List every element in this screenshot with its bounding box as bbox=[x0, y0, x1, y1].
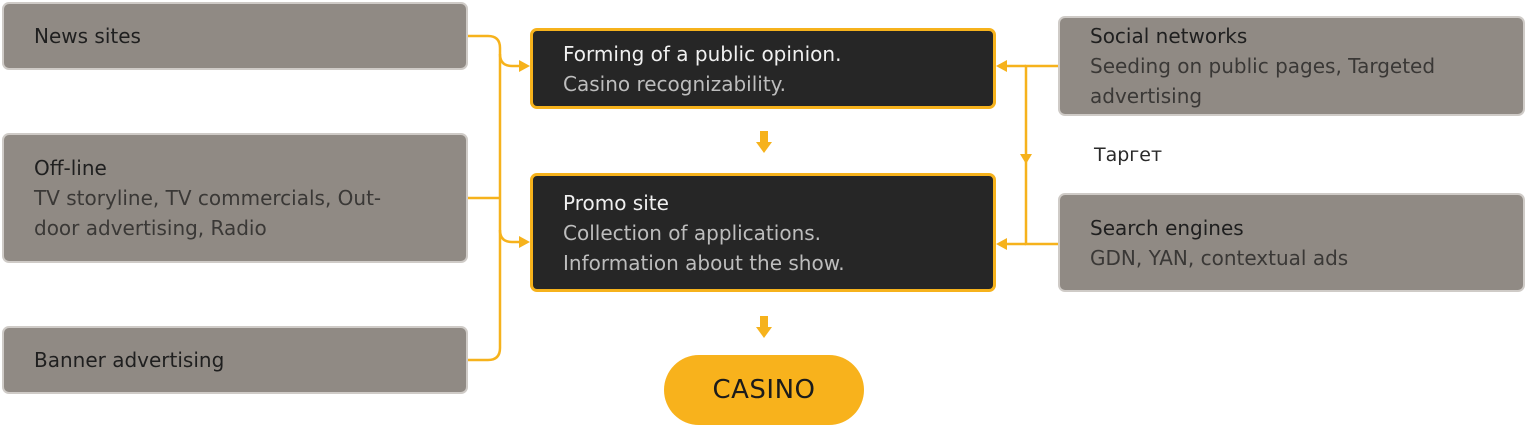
source-title: Social networks bbox=[1090, 24, 1248, 48]
source-title: Off-line bbox=[34, 156, 107, 180]
source-subtitle: Seeding on public pages, Targeted advert… bbox=[1090, 54, 1436, 108]
casino-badge: CASINO bbox=[664, 355, 864, 425]
target-label: Таргет bbox=[1094, 144, 1163, 166]
step-subtitle: Casino recognizability. bbox=[563, 71, 787, 96]
step-title: Forming of a public opinion. bbox=[563, 41, 842, 66]
source-search-engines: Search engines GDN, YAN, contextual ads bbox=[1058, 193, 1525, 292]
source-title: Search engines bbox=[1090, 215, 1244, 240]
source-title: Banner advertising bbox=[34, 348, 225, 372]
source-subtitle: GDN, YAN, contextual ads bbox=[1090, 245, 1349, 270]
step-title: Promo site bbox=[563, 190, 669, 215]
casino-label: CASINO bbox=[712, 375, 816, 405]
source-subtitle: TV storyline, TV commercials, Out-door a… bbox=[34, 186, 382, 240]
source-banner-advertising: Banner advertising bbox=[2, 326, 468, 394]
source-offline: Off-line TV storyline, TV commercials, O… bbox=[2, 133, 468, 263]
source-title: News sites bbox=[34, 24, 141, 48]
source-news-sites: News sites bbox=[2, 2, 468, 70]
step-subtitle: Collection of applications. bbox=[563, 220, 822, 245]
step-public-opinion: Forming of a public opinion. Casino reco… bbox=[530, 28, 996, 109]
step-subtitle-2: Information about the show. bbox=[563, 250, 845, 275]
step-promo-site: Promo site Collection of applications. I… bbox=[530, 173, 996, 292]
source-social-networks: Social networks Seeding on public pages,… bbox=[1058, 16, 1525, 116]
